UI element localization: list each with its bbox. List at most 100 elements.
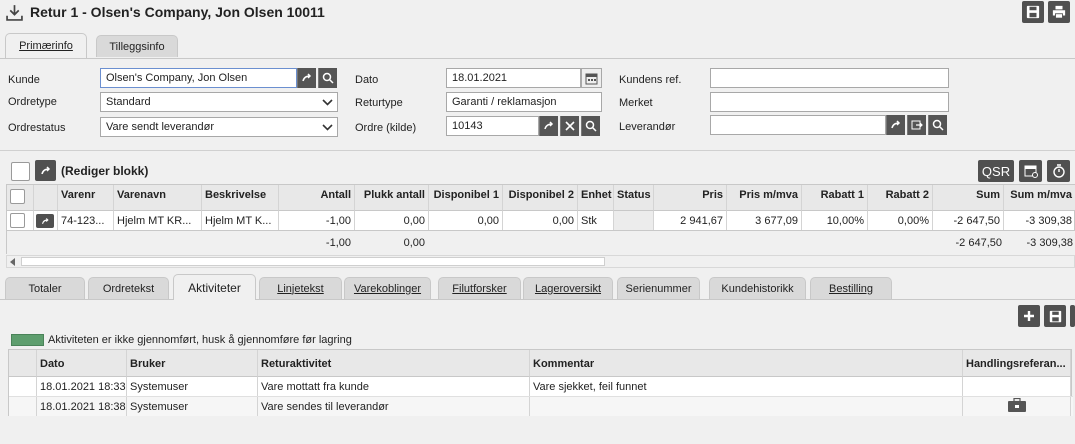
cell-bruker[interactable]: Systemuser bbox=[127, 397, 258, 416]
cell-returaktivitet[interactable]: Vare sendes til leverandør bbox=[258, 397, 530, 416]
tab-serienummer[interactable]: Serienummer bbox=[617, 277, 700, 299]
leverandor-search-button[interactable] bbox=[928, 115, 947, 135]
col-status[interactable]: Status bbox=[614, 185, 654, 211]
timer-button[interactable] bbox=[1047, 160, 1070, 182]
leverandor-open-button[interactable] bbox=[907, 115, 926, 135]
col-enhet[interactable]: Enhet bbox=[578, 185, 614, 211]
tab-aktiviteter[interactable]: Aktiviteter bbox=[173, 274, 256, 300]
col-bruker[interactable]: Bruker bbox=[127, 350, 258, 377]
merket-input[interactable] bbox=[710, 92, 949, 112]
col-kommentar[interactable]: Kommentar bbox=[530, 350, 963, 377]
calendar-button[interactable] bbox=[581, 68, 602, 88]
ordre-search-button[interactable] bbox=[581, 116, 600, 136]
tab-bestilling[interactable]: Bestilling bbox=[810, 277, 892, 299]
ordre-clear-button[interactable] bbox=[560, 116, 579, 136]
tab-tilleggsinfo[interactable]: Tilleggsinfo bbox=[96, 35, 178, 57]
col-disponibel-2[interactable]: Disponibel 2 bbox=[503, 185, 578, 211]
ordre-goto-button[interactable] bbox=[539, 116, 558, 136]
kunde-input[interactable]: Olsen's Company, Jon Olsen bbox=[100, 68, 297, 88]
cell-plukk-antall[interactable]: 0,00 bbox=[355, 211, 429, 230]
cell-kommentar[interactable] bbox=[530, 397, 963, 416]
save-button[interactable] bbox=[1022, 1, 1044, 23]
cell-disponibel-2[interactable]: 0,00 bbox=[503, 211, 578, 230]
cell-rabatt-2[interactable]: 0,00% bbox=[868, 211, 933, 230]
ordretype-select[interactable]: Standard bbox=[100, 92, 338, 112]
col-sum[interactable]: Sum bbox=[933, 185, 1004, 211]
tab-linjetekst[interactable]: Linjetekst bbox=[259, 277, 342, 299]
open-record-icon bbox=[911, 120, 923, 130]
tab-kundehistorikk[interactable]: Kundehistorikk bbox=[709, 277, 806, 299]
cell-pris-mva[interactable]: 3 677,09 bbox=[727, 211, 802, 230]
horizontal-scrollbar[interactable] bbox=[6, 255, 1075, 268]
cell-status[interactable] bbox=[614, 211, 654, 230]
scrollbar-thumb[interactable] bbox=[21, 257, 605, 266]
ordrestatus-select[interactable]: Vare sendt leverandør bbox=[100, 117, 338, 137]
cell-antall[interactable]: -1,00 bbox=[279, 211, 355, 230]
cell-sum[interactable]: -2 647,50 bbox=[933, 211, 1004, 230]
cell-bruker[interactable]: Systemuser bbox=[127, 377, 258, 396]
row-goto-button[interactable] bbox=[36, 214, 54, 228]
col-varenr[interactable]: Varenr bbox=[58, 185, 114, 211]
col-rabatt-2[interactable]: Rabatt 2 bbox=[868, 185, 933, 211]
cell-kommentar[interactable]: Vare sjekket, feil funnet bbox=[530, 377, 963, 396]
arrow-right-icon bbox=[544, 121, 554, 130]
cell-enhet[interactable]: Stk bbox=[578, 211, 614, 230]
cell-returaktivitet[interactable]: Vare mottatt fra kunde bbox=[258, 377, 530, 396]
cell-beskrivelse[interactable]: Hjelm MT K... bbox=[202, 211, 279, 230]
col-rabatt-1[interactable]: Rabatt 1 bbox=[802, 185, 868, 211]
col-returaktivitet[interactable]: Returaktivitet bbox=[258, 350, 530, 377]
print-button[interactable] bbox=[1048, 1, 1070, 23]
tab-ordretekst[interactable]: Ordretekst bbox=[88, 277, 169, 299]
col-pris-mva[interactable]: Pris m/mva bbox=[727, 185, 802, 211]
tab-totaler[interactable]: Totaler bbox=[5, 277, 85, 299]
cell-dato[interactable]: 18.01.2021 18:38 bbox=[37, 397, 127, 416]
cell-handlingsreferanse[interactable] bbox=[963, 377, 1071, 396]
leverandor-goto-button[interactable] bbox=[886, 115, 905, 135]
col-antall[interactable]: Antall bbox=[279, 185, 355, 211]
kunde-search-button[interactable] bbox=[318, 68, 337, 88]
block-edit-button[interactable] bbox=[35, 160, 56, 181]
table-row[interactable]: 74-123... Hjelm MT KR... Hjelm MT K... -… bbox=[7, 211, 1075, 230]
select-all-checkbox[interactable] bbox=[11, 162, 30, 181]
tab-primaerinfo[interactable]: Primærinfo bbox=[5, 33, 87, 58]
qsr-button[interactable]: QSR bbox=[978, 160, 1014, 182]
leverandor-input[interactable] bbox=[710, 115, 886, 135]
cell-disponibel-1[interactable]: 0,00 bbox=[429, 211, 503, 230]
col-varenavn[interactable]: Varenavn bbox=[114, 185, 202, 211]
more-activity-button[interactable] bbox=[1070, 305, 1075, 327]
grid-header-arrow bbox=[34, 185, 58, 211]
scroll-left-icon[interactable] bbox=[9, 258, 17, 266]
col-sum-mva[interactable]: Sum m/mva bbox=[1004, 185, 1075, 211]
activity-row[interactable]: 18.01.2021 18:33 Systemuser Vare mottatt… bbox=[9, 377, 1073, 397]
col-handlingsreferanse[interactable]: Handlingsreferan... bbox=[963, 350, 1071, 377]
kundens-ref-input[interactable] bbox=[710, 68, 949, 88]
cell-varenr[interactable]: 74-123... bbox=[58, 211, 114, 230]
tab-filutforsker[interactable]: Filutforsker bbox=[438, 277, 521, 299]
cell-pris[interactable]: 2 941,67 bbox=[654, 211, 727, 230]
ordre-kilde-input[interactable]: 10143 bbox=[446, 116, 539, 136]
cell-varenavn[interactable]: Hjelm MT KR... bbox=[114, 211, 202, 230]
save-activity-button[interactable] bbox=[1044, 305, 1066, 327]
cell-rabatt-1[interactable]: 10,00% bbox=[802, 211, 868, 230]
calendar-settings-button[interactable] bbox=[1019, 160, 1042, 182]
returtype-input[interactable]: Garanti / reklamasjon bbox=[446, 92, 602, 112]
add-activity-button[interactable] bbox=[1018, 305, 1040, 327]
tab-varekoblinger[interactable]: Varekoblinger bbox=[344, 277, 431, 299]
row-checkbox[interactable] bbox=[10, 213, 25, 228]
tab-lageroversikt[interactable]: Lageroversikt bbox=[523, 277, 613, 299]
cell-dato[interactable]: 18.01.2021 18:33 bbox=[37, 377, 127, 396]
kunde-goto-button[interactable] bbox=[297, 68, 316, 88]
col-plukk-antall[interactable]: Plukk antall bbox=[355, 185, 429, 211]
header-checkbox[interactable] bbox=[10, 189, 25, 204]
cell-sum-mva[interactable]: -3 309,38 bbox=[1004, 211, 1075, 230]
divider bbox=[0, 150, 1075, 151]
briefcase-icon[interactable] bbox=[1007, 398, 1027, 413]
col-pris[interactable]: Pris bbox=[654, 185, 727, 211]
col-disponibel-1[interactable]: Disponibel 1 bbox=[429, 185, 503, 211]
activity-row[interactable]: 18.01.2021 18:38 Systemuser Vare sendes … bbox=[9, 397, 1073, 416]
cell-handlingsreferanse[interactable] bbox=[963, 397, 1071, 416]
title-bar: Retur 1 - Olsen's Company, Jon Olsen 100… bbox=[0, 0, 1075, 26]
dato-input[interactable]: 18.01.2021 bbox=[446, 68, 581, 88]
col-dato[interactable]: Dato bbox=[37, 350, 127, 377]
col-beskrivelse[interactable]: Beskrivelse bbox=[202, 185, 279, 211]
